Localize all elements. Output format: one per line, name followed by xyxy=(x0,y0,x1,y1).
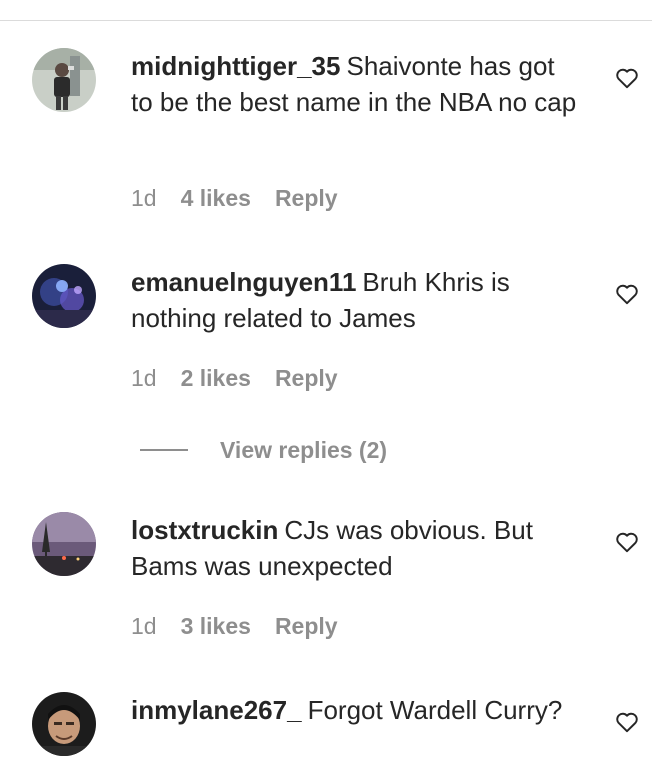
heart-icon[interactable] xyxy=(614,529,640,555)
heart-icon[interactable] xyxy=(614,709,640,735)
comment-body: Forgot Wardell Curry? xyxy=(307,695,563,725)
comment-username[interactable]: midnighttiger_35 xyxy=(131,51,340,81)
avatar[interactable] xyxy=(32,264,96,328)
view-replies-button[interactable]: View replies (2) xyxy=(140,434,440,466)
comment-likes[interactable]: 2 likes xyxy=(181,365,251,392)
reply-button[interactable]: Reply xyxy=(275,365,338,392)
comment-username[interactable]: inmylane267_ xyxy=(131,695,302,725)
comment-time[interactable]: 1d xyxy=(131,365,157,392)
comment-meta: 1d 2 likes Reply xyxy=(131,365,338,392)
comment-time[interactable]: 1d xyxy=(131,613,157,640)
comment-likes[interactable]: 4 likes xyxy=(181,185,251,212)
heart-icon[interactable] xyxy=(614,281,640,307)
comment-time[interactable]: 1d xyxy=(131,185,157,212)
reply-button[interactable]: Reply xyxy=(275,185,338,212)
reply-button[interactable]: Reply xyxy=(275,613,338,640)
view-replies-line xyxy=(140,449,188,451)
comment-meta: 1d 3 likes Reply xyxy=(131,613,338,640)
avatar[interactable] xyxy=(32,512,96,576)
comment-text: lostxtruckin CJs was obvious. But Bams wa… xyxy=(131,512,581,584)
avatar[interactable] xyxy=(32,48,96,112)
comment-meta: 1d 4 likes Reply xyxy=(131,185,338,212)
comment-text: inmylane267_ Forgot Wardell Curry? xyxy=(131,692,581,728)
comment-username[interactable]: lostxtruckin xyxy=(131,515,278,545)
top-divider xyxy=(0,20,652,21)
comment-likes[interactable]: 3 likes xyxy=(181,613,251,640)
heart-icon[interactable] xyxy=(614,65,640,91)
comment-username[interactable]: emanuelnguyen11 xyxy=(131,267,356,297)
view-replies-label[interactable]: View replies (2) xyxy=(220,434,387,466)
comment-text: midnighttiger_35 Shaivonte has got to be … xyxy=(131,48,581,120)
comment-text: emanuelnguyen11 Bruh Khris is nothing rel… xyxy=(131,264,581,336)
avatar[interactable] xyxy=(32,692,96,756)
